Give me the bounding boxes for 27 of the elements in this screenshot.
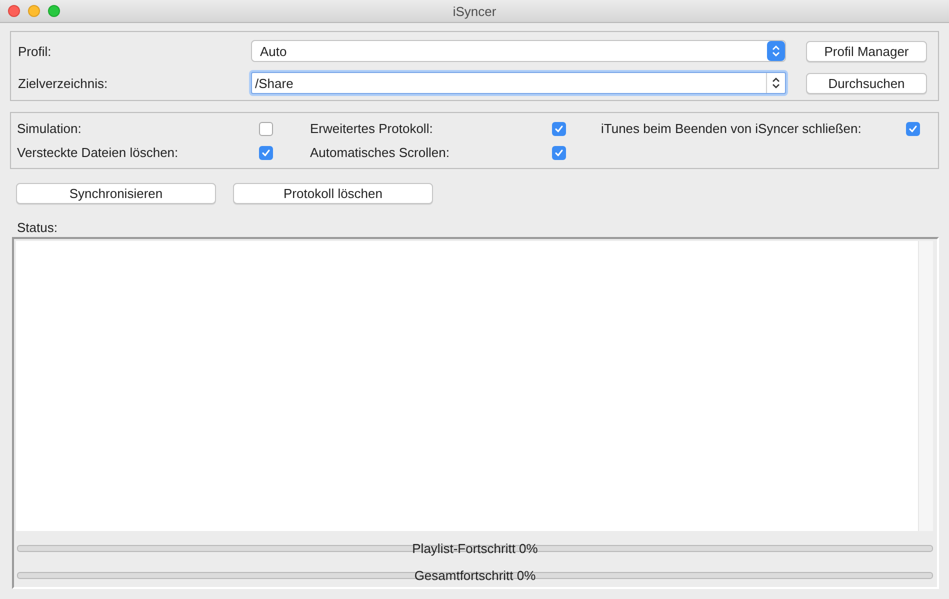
field-label: Profil: [17, 44, 52, 58]
option-label: iTunes beim Beenden von iSyncer schließen: [601, 121, 862, 136]
directory-combo-field[interactable]: /Share [251, 72, 786, 94]
option-label: Versteckte Dateien löschen: [17, 145, 180, 160]
profile-dropdown[interactable]: Auto [251, 40, 786, 62]
zoom-button[interactable] [48, 5, 60, 17]
profile-manager-button[interactable]: Profil Manager [806, 40, 927, 62]
chevron-updown-icon [767, 41, 785, 61]
status-label: Status: [16, 219, 58, 235]
checkbox[interactable] [906, 122, 920, 136]
sync-button[interactable]: Synchronisieren [16, 183, 216, 204]
checkbox[interactable] [259, 146, 273, 160]
scrollbar-track[interactable] [918, 241, 933, 531]
checkbox[interactable] [259, 122, 273, 136]
option-label: Simulation: [17, 121, 82, 136]
option-label: Erweitertes Protokoll: [310, 121, 434, 136]
progress-label: Gesamtfortschritt 0% [414, 568, 536, 582]
field-label: Zielverzeichnis: [17, 76, 109, 90]
close-button[interactable] [8, 5, 20, 17]
minimize-button[interactable] [28, 5, 40, 17]
window-title: iSyncer [452, 4, 496, 19]
browse-button[interactable]: Durchsuchen [806, 72, 927, 94]
checkbox[interactable] [552, 122, 566, 136]
checkbox[interactable] [552, 146, 566, 160]
progress-label: Playlist-Fortschritt 0% [412, 540, 538, 556]
option-label: Automatisches Scrollen: [310, 145, 450, 160]
clear-log-button[interactable]: Protokoll löschen [233, 183, 433, 204]
